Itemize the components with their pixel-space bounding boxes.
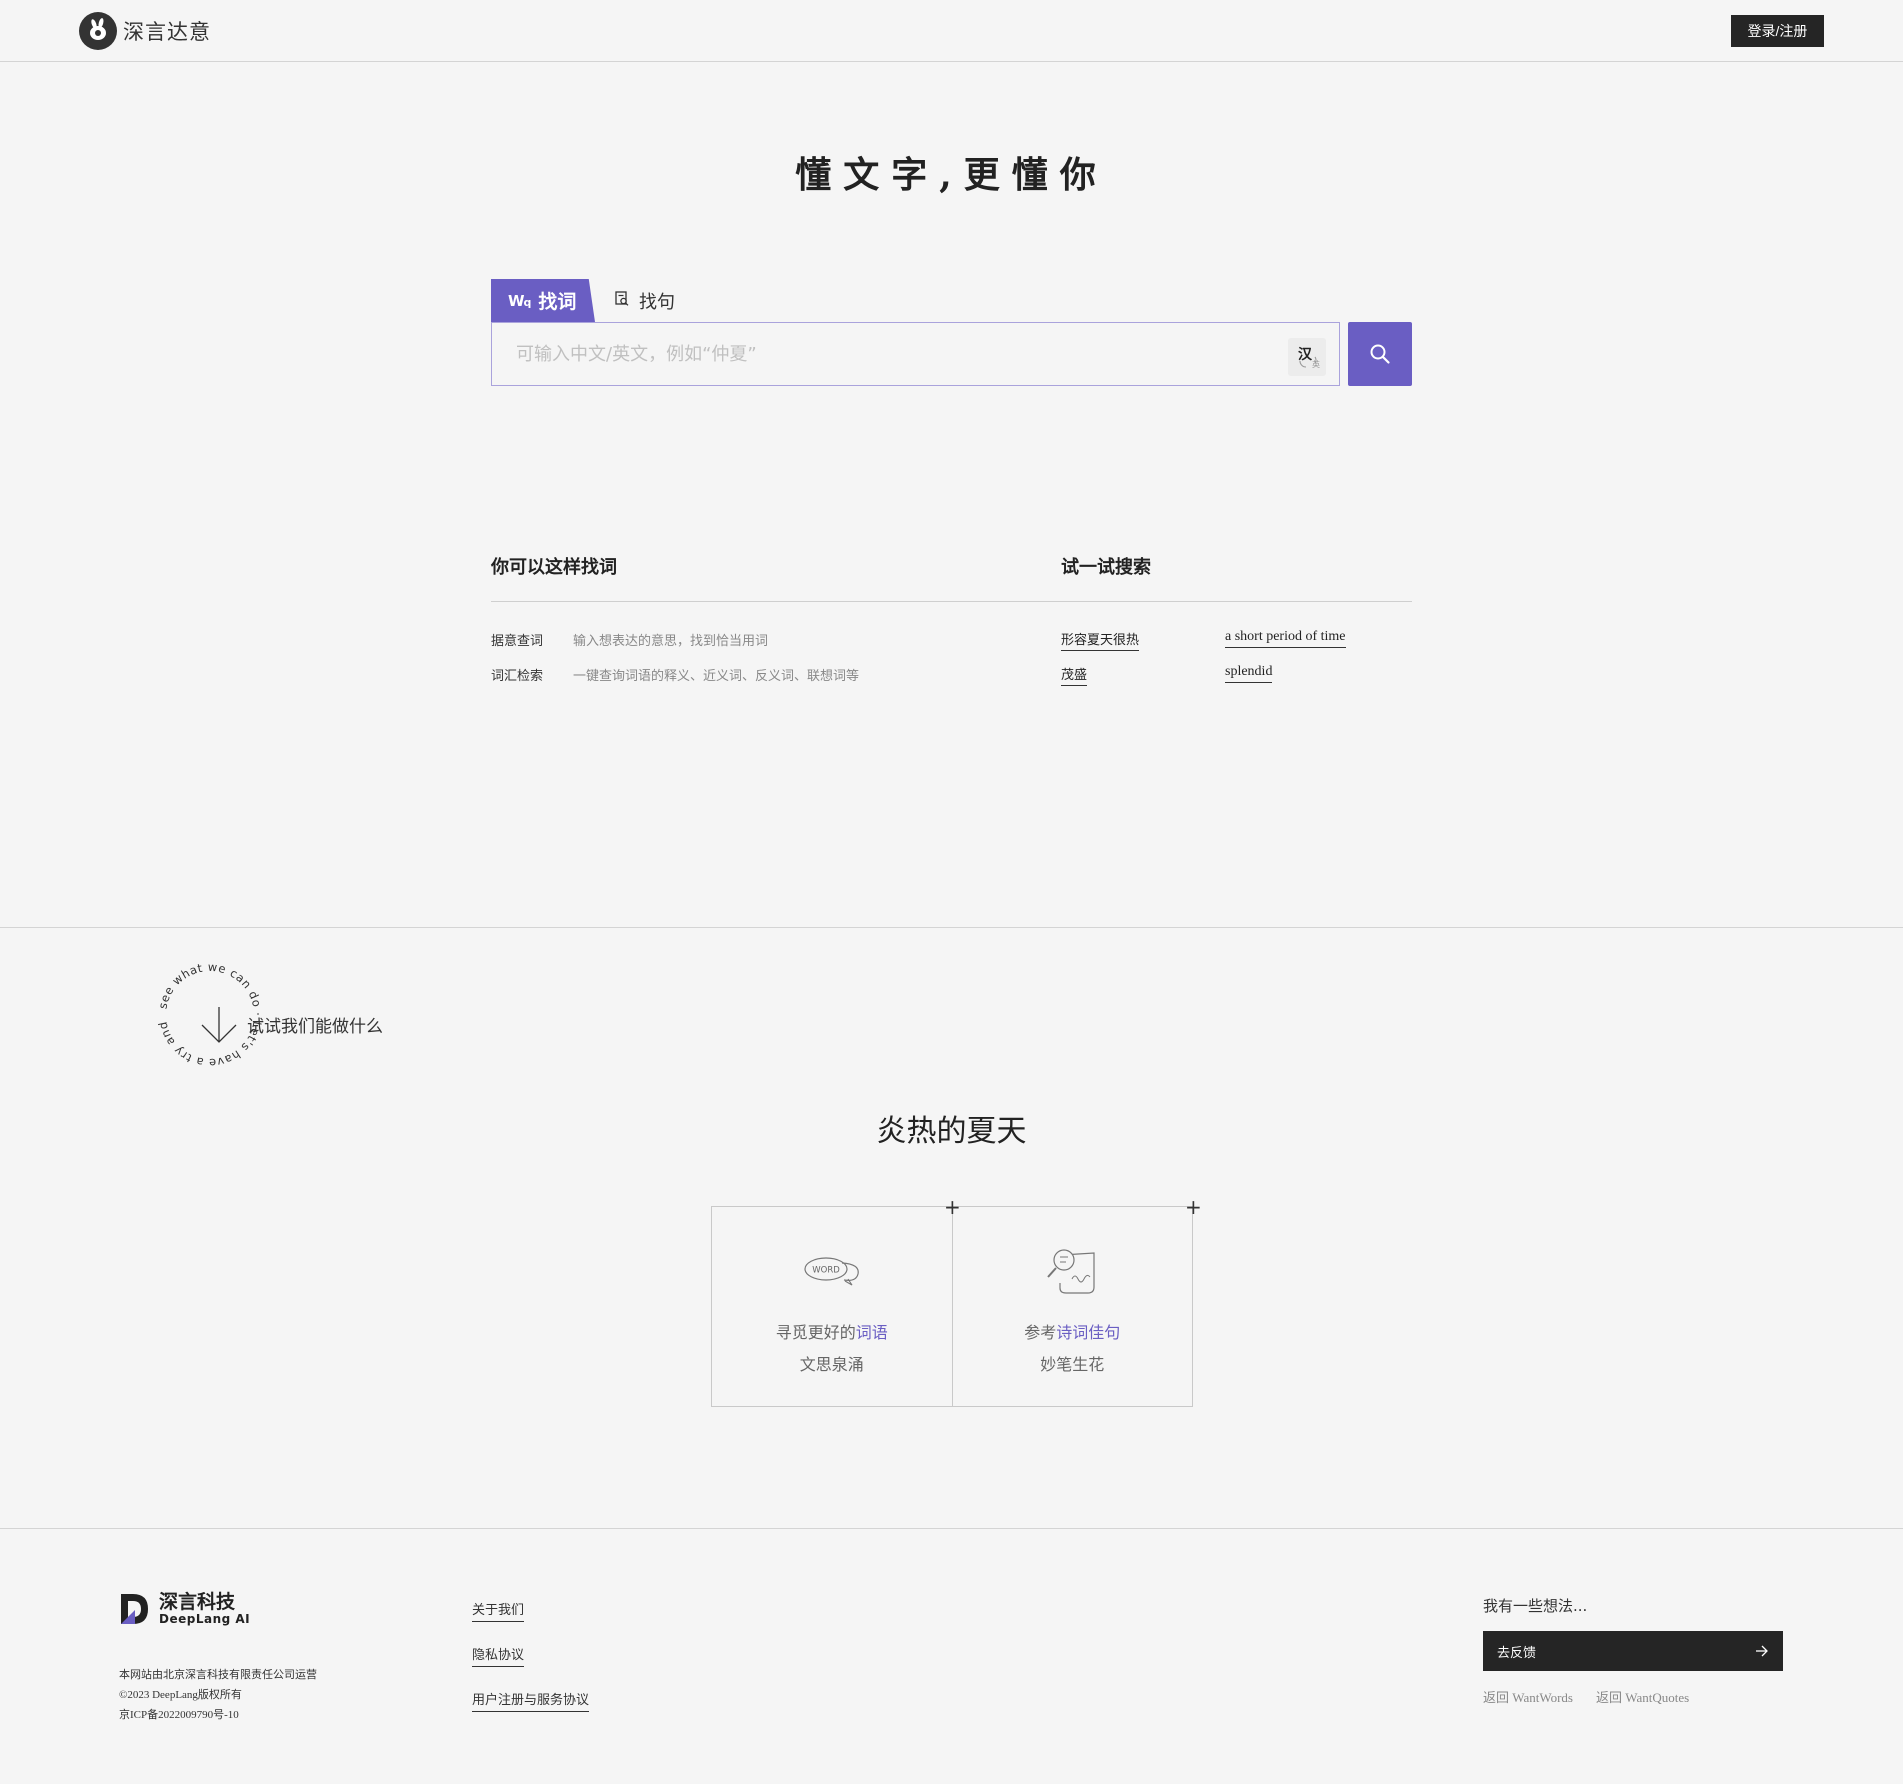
feedback-button-label: 去反馈 bbox=[1497, 1644, 1537, 1660]
brand-logo-icon bbox=[79, 12, 117, 50]
how-item: 据意查词 输入想表达的意思，找到恰当用词 bbox=[491, 630, 768, 649]
arrow-down-icon bbox=[201, 1007, 237, 1043]
how-item-key: 词汇检索 bbox=[491, 669, 544, 684]
how-item-desc: 一键查询词语的释义、近义词、反义词、联想词等 bbox=[573, 669, 860, 684]
try-search-title: 试一试搜索 bbox=[1061, 557, 1151, 578]
about-us-link[interactable]: 关于我们 bbox=[472, 1599, 525, 1622]
try-search-link[interactable]: 形容夏天很热 bbox=[1061, 629, 1140, 651]
icp-text: 京ICP备2022009790号-10 bbox=[119, 1709, 239, 1721]
how-item: 词汇检索 一键查询词语的释义、近义词、反义词、联想词等 bbox=[491, 665, 859, 684]
section-divider bbox=[0, 927, 1903, 928]
card-subtitle: 文思泉涌 bbox=[799, 1355, 864, 1374]
showcase-heading: 炎热的夏天 bbox=[876, 1114, 1027, 1149]
deeplang-logo-icon bbox=[121, 1594, 148, 1624]
plus-mark-icon: + bbox=[944, 1195, 961, 1219]
feature-card-word[interactable]: WORD 寻觅更好的词语 文思泉涌 bbox=[712, 1207, 952, 1406]
footer-info: 本网站由北京深言科技有限责任公司运营 ©2023 DeepLang版权所有 京I… bbox=[119, 1665, 317, 1725]
try-search-link[interactable]: 茂盛 bbox=[1061, 664, 1088, 686]
user-agreement-link[interactable]: 用户注册与服务协议 bbox=[472, 1689, 590, 1712]
privacy-policy-link[interactable]: 隐私协议 bbox=[472, 1644, 525, 1667]
footer-divider bbox=[0, 1528, 1903, 1529]
tips-divider bbox=[491, 601, 1412, 602]
operator-text: 本网站由北京深言科技有限责任公司运营 bbox=[119, 1669, 317, 1681]
feature-card-quote[interactable]: 参考诗词佳句 妙笔生花 bbox=[951, 1207, 1193, 1406]
how-item-key: 据意查词 bbox=[491, 634, 544, 649]
try-search-link[interactable]: splendid bbox=[1225, 664, 1273, 683]
card-title: 参考诗词佳句 bbox=[1024, 1323, 1121, 1342]
feature-cards: WORD 寻觅更好的词语 文思泉涌 参考诗词佳句 妙笔生花 bbox=[711, 1206, 1193, 1407]
language-toggle-button[interactable]: 汉 英 bbox=[1288, 338, 1326, 376]
how-to-title: 你可以这样找词 bbox=[491, 557, 617, 578]
feedback-button[interactable]: 去反馈 bbox=[1483, 1631, 1783, 1671]
footer-brand: 深言科技 DeepLang AI bbox=[119, 1592, 250, 1626]
brand-name: 深言达意 bbox=[123, 20, 211, 44]
arrow-right-icon bbox=[1756, 1645, 1768, 1657]
search-input[interactable] bbox=[492, 323, 1272, 385]
return-wantwords-link[interactable]: 返回 WantWords bbox=[1483, 1687, 1573, 1706]
word-icon: Wq bbox=[508, 291, 531, 310]
try-search-link[interactable]: a short period of time bbox=[1225, 629, 1346, 648]
tab-find-sentence[interactable]: 找句 bbox=[595, 279, 675, 322]
search-box: 汉 英 bbox=[491, 322, 1340, 386]
search-icon bbox=[1370, 344, 1390, 364]
page-slogan: 懂文字,更懂你 bbox=[795, 154, 1108, 196]
login-register-button[interactable]: 登录/注册 bbox=[1731, 15, 1824, 47]
footer-brand-sub: DeepLang AI bbox=[159, 1612, 251, 1626]
card-title: 寻觅更好的词语 bbox=[775, 1323, 888, 1342]
return-wantquotes-link[interactable]: 返回 WantQuotes bbox=[1596, 1687, 1689, 1706]
feedback-title: 我有一些想法... bbox=[1483, 1597, 1588, 1615]
top-bar: 深言达意 登录/注册 bbox=[0, 0, 1903, 62]
tab-find-word-label: 找词 bbox=[538, 291, 577, 313]
tab-find-sentence-label: 找句 bbox=[639, 291, 675, 313]
quote-doc-icon bbox=[615, 290, 629, 311]
word-bubble-icon: WORD bbox=[802, 1243, 862, 1299]
magnifier-scroll-icon bbox=[1042, 1243, 1102, 1299]
brand-logo-link[interactable]: 深言达意 bbox=[79, 12, 211, 50]
footer-brand-name: 深言科技 bbox=[159, 1591, 236, 1613]
search-mode-tabs: Wq 找词 找句 bbox=[491, 279, 675, 322]
svg-text:WORD: WORD bbox=[812, 1266, 840, 1276]
plus-mark-icon: + bbox=[1185, 1195, 1202, 1219]
copyright-text: ©2023 DeepLang版权所有 bbox=[119, 1689, 242, 1701]
search-button[interactable] bbox=[1348, 322, 1412, 386]
showcase-label: 试试我们能做什么 bbox=[247, 1017, 383, 1037]
card-subtitle: 妙笔生花 bbox=[1040, 1355, 1105, 1374]
how-item-desc: 输入想表达的意思，找到恰当用词 bbox=[573, 634, 769, 649]
swap-arrow-icon bbox=[1299, 356, 1317, 368]
tab-find-word[interactable]: Wq 找词 bbox=[491, 279, 595, 322]
